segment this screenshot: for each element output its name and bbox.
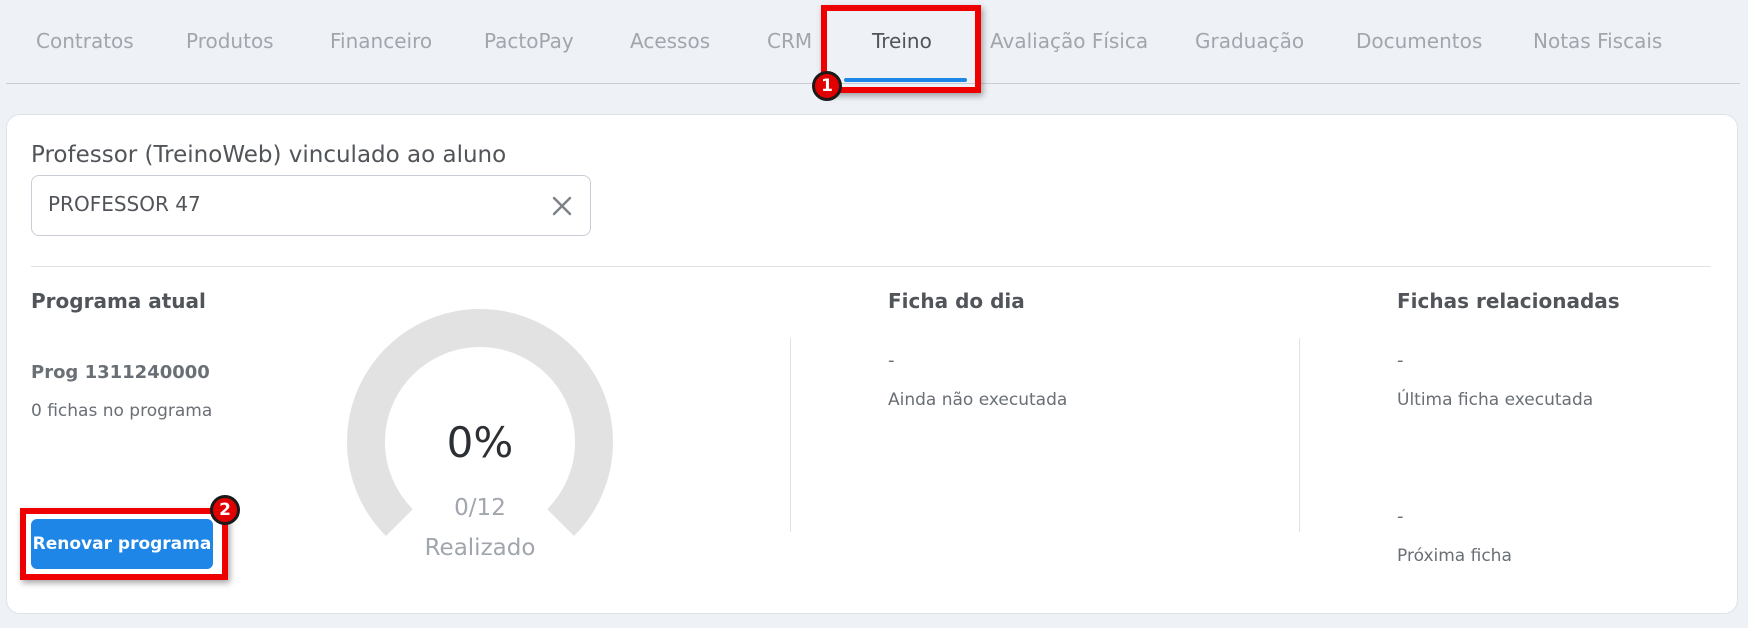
tab-avaliacao-fisica[interactable]: Avaliação Física — [990, 26, 1148, 56]
programa-atual-title: Programa atual — [31, 289, 206, 313]
tab-produtos[interactable]: Produtos — [186, 26, 274, 56]
tab-documentos[interactable]: Documentos — [1356, 26, 1482, 56]
gauge-fraction: 0/12 — [454, 495, 506, 521]
ficha-do-dia-value: - — [888, 350, 895, 371]
renovar-programa-button[interactable]: Renovar programa — [31, 519, 213, 569]
tab-financeiro[interactable]: Financeiro — [330, 26, 432, 56]
proxima-ficha-value: - — [1397, 506, 1404, 527]
fichas-relacionadas-title: Fichas relacionadas — [1397, 289, 1620, 313]
ficha-do-dia-status: Ainda não executada — [888, 390, 1068, 410]
gauge-percent: 0% — [446, 418, 514, 467]
tab-notas-fiscais[interactable]: Notas Fiscais — [1533, 26, 1662, 56]
professor-select[interactable]: PROFESSOR 47 — [31, 175, 591, 236]
tab-acessos[interactable]: Acessos — [630, 26, 710, 56]
program-name: Prog 1311240000 — [31, 362, 210, 383]
column-divider-2 — [1299, 338, 1300, 532]
proxima-ficha-label: Próxima ficha — [1397, 546, 1512, 566]
section-divider — [31, 266, 1711, 267]
step-marker-1: 1 — [812, 71, 842, 101]
ultima-ficha-value: - — [1397, 350, 1404, 371]
program-fichas-count: 0 fichas no programa — [31, 401, 213, 421]
professor-select-value: PROFESSOR 47 — [48, 192, 201, 216]
highlight-box-step-1 — [821, 5, 981, 93]
step-marker-2: 2 — [210, 495, 240, 525]
tab-crm[interactable]: CRM — [767, 26, 812, 56]
ficha-do-dia-title: Ficha do dia — [888, 289, 1025, 313]
tab-pactopay[interactable]: PactoPay — [484, 26, 574, 56]
column-divider-1 — [790, 338, 791, 532]
professor-label: Professor (TreinoWeb) vinculado ao aluno — [31, 142, 507, 168]
tab-contratos[interactable]: Contratos — [36, 26, 134, 56]
gauge-label: Realizado — [424, 535, 536, 561]
close-icon[interactable] — [550, 194, 574, 218]
ultima-ficha-label: Última ficha executada — [1397, 390, 1594, 410]
tab-graduacao[interactable]: Graduação — [1195, 26, 1304, 56]
